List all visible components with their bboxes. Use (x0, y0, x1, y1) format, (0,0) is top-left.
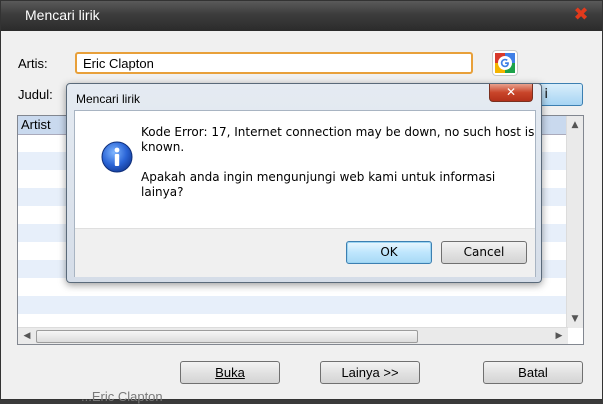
background-text: ...Eric Clapton (81, 389, 163, 404)
main-title: Mencari lirik (25, 7, 100, 23)
horizontal-scrollbar[interactable]: ◀ ▶ (18, 327, 568, 344)
lainya-button[interactable]: Lainya >> (320, 361, 420, 384)
close-icon[interactable]: ✖ (571, 5, 591, 25)
dialog-body: Kode Error: 17, Internet connection may … (74, 110, 536, 277)
artis-input[interactable]: Eric Clapton (75, 52, 473, 74)
buka-button-label: Buka (215, 365, 245, 380)
main-title-bar[interactable]: Mencari lirik ✖ (1, 1, 602, 31)
info-icon (101, 141, 133, 173)
list-item[interactable] (18, 296, 568, 314)
judul-label: Judul: (18, 87, 53, 102)
ok-button-label: OK (380, 245, 398, 259)
google-icon (495, 53, 515, 73)
error-message-line-2: known. (141, 140, 185, 154)
artist-column-label: Artist (21, 117, 51, 132)
batal-button-label: Batal (518, 365, 548, 380)
lainya-button-label: Lainya >> (341, 365, 399, 380)
google-search-button[interactable] (492, 50, 518, 76)
error-dialog: Mencari lirik ✕ Kode Error: 17, Internet… (66, 83, 542, 283)
buka-button[interactable]: Buka (180, 361, 280, 384)
cancel-button-label: Cancel (463, 245, 505, 259)
error-message-line-1: Kode Error: 17, Internet connection may … (141, 125, 535, 139)
dialog-close-icon[interactable]: ✕ (489, 84, 533, 102)
scroll-right-icon[interactable]: ▶ (552, 329, 566, 343)
artis-input-value: Eric Clapton (83, 56, 154, 71)
cari-button-label: i (544, 87, 548, 102)
artis-label: Artis: (18, 56, 48, 71)
scroll-left-icon[interactable]: ◀ (20, 329, 34, 343)
cancel-button[interactable]: Cancel (441, 241, 527, 264)
prompt-message: Apakah anda ingin mengunjungi web kami u… (141, 170, 496, 199)
dialog-title: Mencari lirik (76, 92, 141, 106)
horizontal-scroll-thumb[interactable] (36, 330, 418, 343)
vertical-scrollbar[interactable]: ▲ ▼ (566, 116, 583, 328)
batal-button[interactable]: Batal (483, 361, 583, 384)
ok-button[interactable]: OK (346, 241, 432, 264)
scroll-down-icon[interactable]: ▼ (568, 312, 582, 326)
scroll-up-icon[interactable]: ▲ (568, 118, 582, 132)
